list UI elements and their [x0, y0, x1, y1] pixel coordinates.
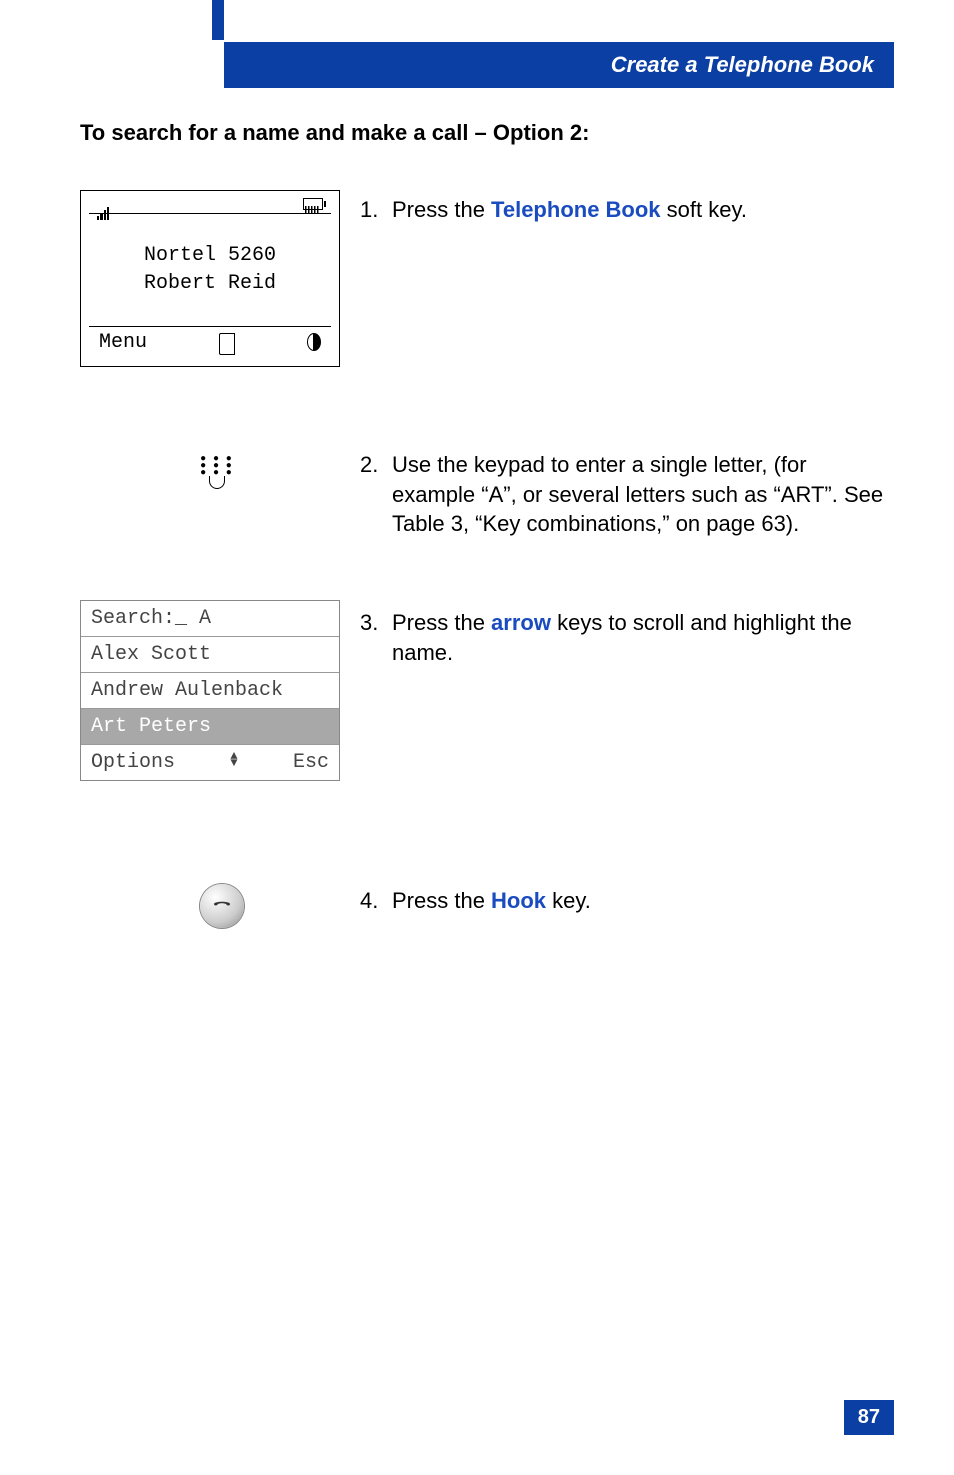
- keyword-telephone-book: Telephone Book: [491, 197, 661, 222]
- phone-model: Nortel 5260: [81, 242, 339, 270]
- phone-screen-search: Search:_ A Alex Scott Andrew Aulenback A…: [80, 600, 340, 781]
- step-text: Press the Telephone Book soft key.: [392, 195, 894, 225]
- keypad-icon: ● ● ●● ● ●● ● ●: [200, 455, 234, 494]
- step-2: 2. Use the keypad to enter a single lett…: [360, 450, 894, 539]
- step-1: 1. Press the Telephone Book soft key.: [360, 195, 894, 225]
- signal-icon: [97, 197, 110, 211]
- phone-idle-text: Nortel 5260 Robert Reid: [81, 214, 339, 326]
- keyword-arrow: arrow: [491, 610, 551, 635]
- section-heading: To search for a name and make a call – O…: [80, 120, 894, 146]
- phonebook-icon[interactable]: [219, 327, 235, 360]
- softkey-bar: Options ▲▼ Esc: [81, 744, 339, 780]
- battery-icon: [303, 198, 323, 210]
- phone-screen-idle: Nortel 5260 Robert Reid Menu: [80, 190, 340, 367]
- step-4: 4. Press the Hook key.: [360, 886, 894, 916]
- keyword-hook: Hook: [491, 888, 546, 913]
- step-number: 3.: [360, 608, 392, 667]
- step-number: 4.: [360, 886, 392, 916]
- softkey-bar: Menu: [89, 326, 331, 366]
- step-text: Press the arrow keys to scroll and highl…: [392, 608, 894, 667]
- list-item[interactable]: Andrew Aulenback: [81, 672, 339, 708]
- step-number: 2.: [360, 450, 392, 539]
- step-3: 3. Press the arrow keys to scroll and hi…: [360, 608, 894, 667]
- header-title: Create a Telephone Book: [611, 52, 874, 77]
- moon-icon[interactable]: [307, 327, 321, 360]
- updown-arrows-icon[interactable]: ▲▼: [230, 753, 237, 776]
- page-number: 87: [844, 1400, 894, 1435]
- softkey-options[interactable]: Options: [91, 751, 175, 774]
- softkey-esc[interactable]: Esc: [293, 751, 329, 774]
- page-header: Create a Telephone Book: [224, 42, 894, 88]
- step-number: 1.: [360, 195, 392, 225]
- step-text: Use the keypad to enter a single letter,…: [392, 450, 894, 539]
- hook-key-icon[interactable]: [200, 884, 244, 928]
- softkey-menu[interactable]: Menu: [99, 327, 147, 360]
- list-item-highlighted[interactable]: Art Peters: [81, 708, 339, 744]
- list-item[interactable]: Alex Scott: [81, 636, 339, 672]
- handset-icon: [210, 894, 234, 918]
- status-bar: [89, 195, 331, 214]
- header-stripe: [212, 0, 224, 40]
- step-text: Press the Hook key.: [392, 886, 894, 916]
- search-field[interactable]: Search:_ A: [81, 601, 339, 636]
- phone-owner: Robert Reid: [81, 270, 339, 298]
- manual-page: Create a Telephone Book To search for a …: [0, 0, 954, 1475]
